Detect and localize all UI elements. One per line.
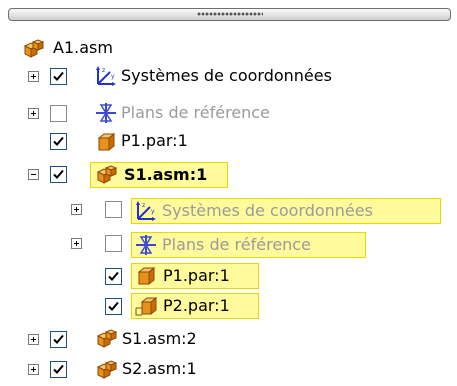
item-label: P2.par:1 bbox=[163, 296, 230, 315]
visibility-checkbox[interactable] bbox=[50, 133, 67, 150]
checkmark-icon bbox=[108, 301, 119, 311]
visibility-checkbox[interactable] bbox=[50, 105, 67, 122]
visibility-checkbox[interactable] bbox=[105, 201, 122, 218]
visibility-checkbox[interactable] bbox=[50, 68, 67, 85]
visibility-checkbox[interactable] bbox=[105, 235, 122, 252]
reference-plane-icon bbox=[136, 235, 156, 255]
assembly-icon bbox=[96, 329, 118, 348]
visibility-checkbox[interactable] bbox=[50, 331, 67, 348]
checkmark-icon bbox=[53, 136, 64, 146]
item-label: S1.asm:1 bbox=[124, 165, 208, 184]
visibility-checkbox[interactable] bbox=[105, 268, 122, 285]
grip-dots bbox=[196, 12, 263, 16]
item-label: Systèmes de coordonnées bbox=[121, 66, 332, 85]
svg-text:z: z bbox=[102, 67, 105, 74]
expand-button[interactable] bbox=[28, 334, 39, 345]
svg-text:y: y bbox=[111, 73, 115, 80]
collapse-button[interactable] bbox=[28, 169, 39, 180]
part-icon bbox=[137, 266, 156, 286]
assembly-icon bbox=[96, 360, 118, 379]
svg-text:y: y bbox=[151, 208, 155, 215]
visibility-checkbox[interactable] bbox=[50, 361, 67, 378]
item-label: P1.par:1 bbox=[163, 266, 230, 285]
item-label: Systèmes de coordonnées bbox=[162, 201, 373, 220]
visibility-checkbox[interactable] bbox=[50, 166, 67, 183]
item-label: Plans de référence bbox=[162, 235, 311, 254]
coordinate-system-icon: z y bbox=[136, 201, 156, 221]
checkmark-icon bbox=[53, 169, 64, 179]
item-label: S2.asm:1 bbox=[122, 359, 197, 378]
item-label: P1.par:1 bbox=[121, 131, 188, 150]
svg-text:z: z bbox=[142, 202, 145, 209]
expand-button[interactable] bbox=[28, 108, 39, 119]
coordinate-system-icon: z y bbox=[96, 66, 116, 86]
part-icon bbox=[97, 132, 116, 152]
expand-button[interactable] bbox=[28, 71, 39, 82]
root-label: A1.asm bbox=[53, 38, 113, 57]
panel-resize-grip[interactable] bbox=[8, 8, 451, 21]
item-label: Plans de référence bbox=[121, 103, 270, 122]
expand-button[interactable] bbox=[71, 204, 82, 215]
item-label: S1.asm:2 bbox=[122, 329, 197, 348]
expand-button[interactable] bbox=[28, 364, 39, 375]
assembly-icon bbox=[96, 165, 118, 184]
checkmark-icon bbox=[108, 271, 119, 281]
checkmark-icon bbox=[53, 71, 64, 81]
checkmark-icon bbox=[53, 334, 64, 344]
expand-button[interactable] bbox=[71, 238, 82, 249]
reference-plane-icon bbox=[96, 103, 116, 123]
checkmark-icon bbox=[53, 364, 64, 374]
part-icon bbox=[135, 296, 158, 316]
assembly-icon bbox=[23, 39, 45, 58]
visibility-checkbox[interactable] bbox=[105, 298, 122, 315]
